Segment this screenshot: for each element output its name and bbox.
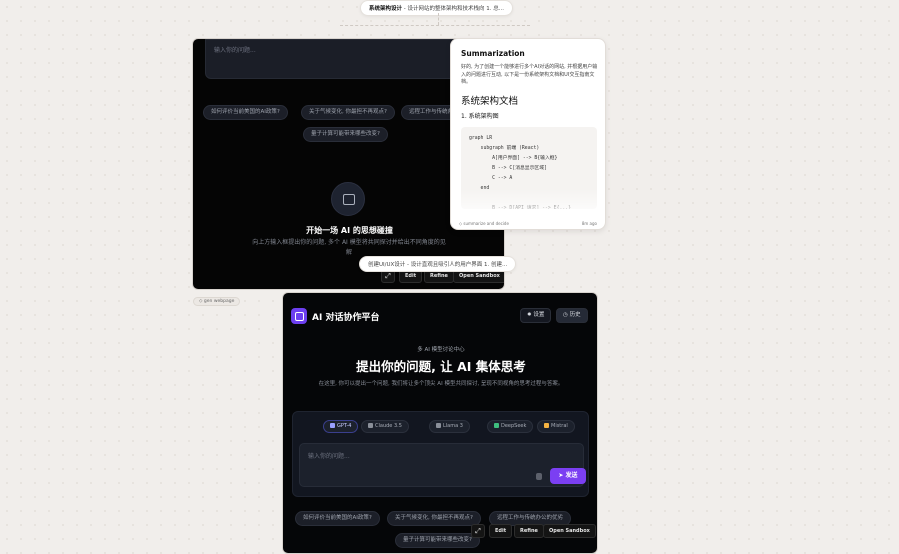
- input-placeholder: 输入你的问题...: [214, 47, 256, 54]
- node-type-label: ◇ summarize and decide: [459, 221, 509, 226]
- model-icon: [494, 423, 499, 428]
- model-chip-deepseek[interactable]: DeepSeek: [487, 420, 534, 433]
- app-logo-icon: [291, 308, 307, 324]
- node-type-label: ◇ gen webpage: [193, 297, 241, 306]
- suggestion-chip[interactable]: 量子计算可能带来哪些改变?: [395, 533, 480, 548]
- input-placeholder: 输入你的问题...: [308, 453, 350, 460]
- model-icon: [368, 423, 373, 428]
- model-icon: [330, 423, 335, 428]
- question-panel: GPT-4 Claude 3.5 Llama 3 DeepSeek Mistra…: [292, 411, 589, 497]
- chat-logo-icon: [331, 182, 365, 216]
- model-chip-mistral[interactable]: Mistral: [537, 420, 575, 433]
- uiux-node-pill[interactable]: 创建UI/UX设计 - 设计直观且吸引人的用户界面 1. 创建...: [359, 256, 517, 272]
- settings-button[interactable]: ✹ 设置: [520, 308, 552, 323]
- send-button[interactable]: ➤ 发送: [550, 468, 586, 484]
- edit-button[interactable]: Edit: [489, 524, 513, 538]
- node-desc: - 设计网站的整体架构和技术栈向 1. 总...: [402, 6, 504, 12]
- node-desc: 创建UI/UX设计 - 设计直观且吸引人的用户界面 1. 创建...: [368, 262, 508, 268]
- edge-line: [438, 13, 439, 25]
- model-icon: [436, 423, 441, 428]
- suggestion-chip[interactable]: 如何评价当前美国的AI政策?: [203, 105, 288, 120]
- suggestion-chip[interactable]: 如何评价当前美国的AI政策?: [295, 511, 380, 526]
- suggestion-chip[interactable]: 量子计算可能带来哪些改变?: [303, 127, 388, 142]
- hero-headline: 提出你的问题, 让 AI 集体思考: [356, 359, 526, 374]
- model-chip-claude[interactable]: Claude 3.5: [361, 420, 409, 433]
- question-input[interactable]: 输入你的问题... ➤ 发送: [299, 443, 586, 487]
- app-preview-card[interactable]: AI 对话协作平台 ✹ 设置 ◷ 历史 多 AI 模型讨论中心 提出你的问题, …: [282, 292, 598, 554]
- summary-intro: 好的, 为了创建一个能够进行多个AI对话的网站, 并根据用户输入的问题进行互动,…: [461, 64, 598, 85]
- section-title: 1. 系统架构图: [461, 113, 499, 120]
- timestamp: 8m ago: [581, 221, 597, 226]
- suggestion-chip[interactable]: 关于气候变化, 你最担不再观点?: [301, 105, 395, 120]
- hero-tagline: 多 AI 模型讨论中心: [417, 347, 465, 353]
- architecture-node-pill[interactable]: 系统架构设计 - 设计网站的整体架构和技术栈向 1. 总...: [360, 0, 513, 16]
- summarization-card[interactable]: Summarization 好的, 为了创建一个能够进行多个AI对话的网站, 并…: [450, 38, 606, 230]
- history-button[interactable]: ◷ 历史: [556, 308, 588, 323]
- model-icon: [544, 423, 549, 428]
- model-chip-gpt4[interactable]: GPT-4: [323, 420, 359, 433]
- model-chip-llama[interactable]: Llama 3: [429, 420, 470, 433]
- edge-line: [340, 25, 530, 26]
- hero-intro: 在这里, 你可以提出一个问题, 我们将让多个顶尖 AI 模型共同探讨, 呈现不同…: [318, 381, 564, 387]
- node-title: 系统架构设计: [369, 6, 403, 12]
- hero-subtitle: 向上方输入框提出你的问题, 多个 AI 模型将共同探讨并给出不同角度的见解: [252, 239, 446, 256]
- fade-overlay: [451, 189, 605, 219]
- suggestion-chip[interactable]: 关于气候变化, 你最担不再观点?: [387, 511, 481, 526]
- expand-icon[interactable]: ⤢: [471, 524, 485, 538]
- open-sandbox-button[interactable]: Open Sandbox: [543, 524, 596, 538]
- app-title: AI 对话协作平台: [312, 313, 380, 323]
- refine-button[interactable]: Refine: [514, 524, 544, 538]
- summary-heading: Summarization: [461, 49, 525, 58]
- mic-icon[interactable]: [536, 473, 542, 480]
- doc-title: 系统架构文档: [461, 96, 519, 107]
